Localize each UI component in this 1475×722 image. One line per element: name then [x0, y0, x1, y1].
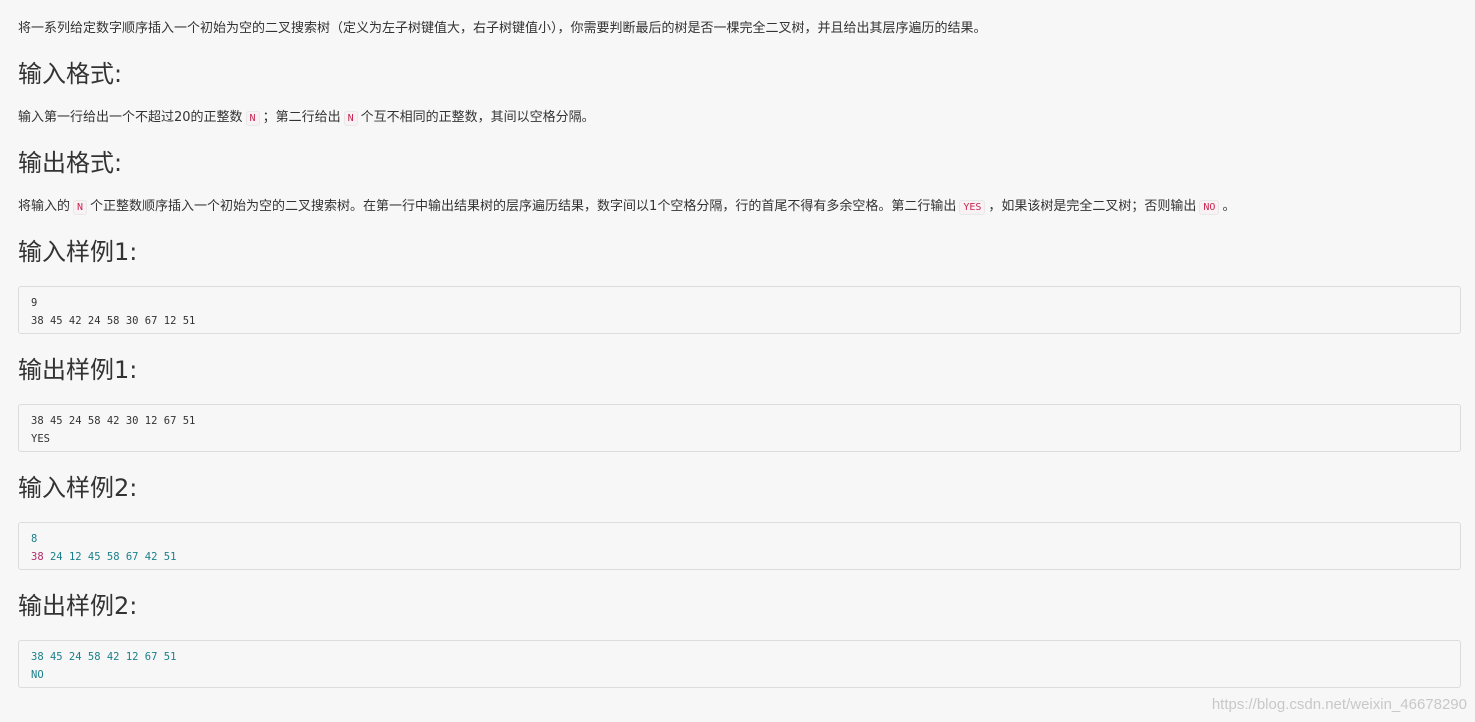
inline-code-n: N	[73, 200, 88, 215]
sample-input-1-heading: 输入样例1:	[18, 238, 138, 266]
output-format-heading: 输出格式:	[18, 149, 123, 177]
sample-output-1-heading: 输出样例1:	[18, 356, 138, 384]
sample-output-2-block: 38 45 24 58 42 12 67 51 NO	[18, 640, 1461, 688]
sample-output-2-heading: 输出样例2:	[18, 592, 138, 620]
sample-input-2-block: 8 38 24 12 45 58 67 42 51	[18, 522, 1461, 570]
output-format-text-part3: ，如果该树是完全二叉树；否则输出	[988, 199, 1197, 214]
problem-page: 将一系列给定数字顺序插入一个初始为空的二叉搜索树（定义为左子树键值大，右子树键值…	[0, 0, 1475, 722]
inline-code-n: N	[245, 111, 260, 126]
code-line: 38 45 24 58 42 30 12 67 51	[31, 415, 196, 427]
code-token: 38	[31, 551, 44, 563]
input-format-text-part2: ；第二行给出	[262, 110, 341, 125]
code-line: 38 24 12 45 58 67 42 51	[31, 548, 1448, 566]
output-format-text-part1: 将输入的	[18, 199, 71, 214]
sample-output-1-block: 38 45 24 58 42 30 12 67 51 YES	[18, 404, 1461, 452]
code-line: YES	[31, 433, 50, 445]
inline-code-n: N	[343, 111, 358, 126]
inline-code-yes: YES	[959, 200, 986, 215]
code-line: 38 45 24 58 42 12 67 51	[31, 651, 177, 663]
output-format-text-part4: 。	[1222, 199, 1236, 214]
output-format-text: 将输入的 N 个正整数顺序插入一个初始为空的二叉搜索树。在第一行中输出结果树的层序遍…	[18, 197, 1235, 218]
code-line: NO	[31, 669, 44, 681]
input-format-text-part1: 输入第一行给出一个不超过20的正整数	[18, 110, 243, 125]
sample-input-1-block: 9 38 45 42 24 58 30 67 12 51	[18, 286, 1461, 334]
code-line: 9	[31, 297, 38, 309]
sample-input-2-heading: 输入样例2:	[18, 474, 138, 502]
input-format-text-part3: 个互不相同的正整数，其间以空格分隔。	[360, 110, 595, 125]
code-line: 8	[31, 533, 38, 545]
input-format-text: 输入第一行给出一个不超过20的正整数 N ；第二行给出 N 个互不相同的正整数，其间以空…	[18, 108, 595, 129]
watermark: https://blog.csdn.net/weixin_46678290	[1211, 696, 1467, 713]
problem-description: 将一系列给定数字顺序插入一个初始为空的二叉搜索树（定义为左子树键值大，右子树键值…	[18, 21, 987, 36]
code-token: 24 12 45 58 67 42 51	[43, 551, 177, 563]
code-line: 38 45 42 24 58 30 67 12 51	[31, 315, 196, 327]
output-format-text-part2: 个正整数顺序插入一个初始为空的二叉搜索树。在第一行中输出结果树的层序遍历结果，数…	[90, 199, 957, 214]
inline-code-no: NO	[1199, 200, 1220, 215]
input-format-heading: 输入格式:	[18, 60, 123, 88]
